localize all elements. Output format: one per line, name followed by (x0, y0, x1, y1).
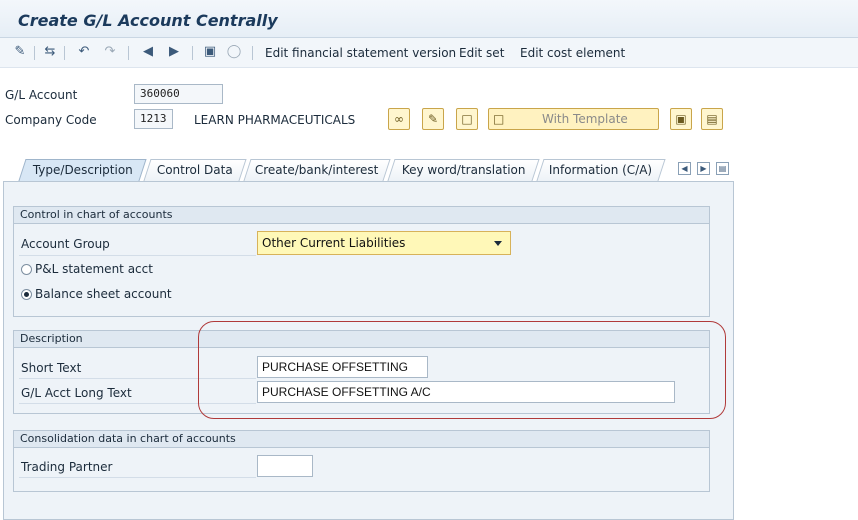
toolbar-separator (64, 46, 65, 60)
tab-key-word-translation[interactable]: Key word/translation (387, 159, 540, 181)
long-text-label: G/L Acct Long Text (21, 386, 132, 400)
trading-partner-input[interactable] (257, 455, 313, 477)
application-toolbar: ✎ ⇆ ↶ ↷ ◀ ▶ ▣ ◯ Edit financial statement… (0, 38, 858, 68)
with-template-button[interactable]: □ With Template (488, 108, 659, 130)
page-title: Create G/L Account Centrally (18, 11, 278, 30)
tab-scroll-right-icon[interactable]: ▶ (697, 162, 710, 175)
trading-partner-label: Trading Partner (21, 460, 113, 474)
control-group-title: Control in chart of accounts (14, 207, 709, 224)
change-icon[interactable]: ✎ (12, 44, 28, 60)
account-group-dropdown[interactable]: Other Current Liabilities (257, 231, 511, 255)
edit-cost-element-button[interactable]: Edit cost element (520, 46, 625, 60)
gl-account-field[interactable]: 360060 (134, 84, 223, 104)
delete-icon[interactable]: ◯ (226, 44, 242, 60)
display-glasses-button[interactable]: ∞ (388, 108, 410, 130)
gl-account-label: G/L Account (5, 88, 78, 102)
pencil-icon: ✎ (427, 112, 439, 126)
chevron-down-icon[interactable] (494, 241, 502, 246)
next-icon[interactable]: ▶ (166, 44, 182, 60)
short-text-label: Short Text (21, 361, 82, 375)
previous-icon[interactable]: ◀ (140, 44, 156, 60)
row-divider (19, 255, 256, 256)
tab-create-bank-interest[interactable]: Create/bank/interest (243, 159, 391, 181)
title-bar: Create G/L Account Centrally (0, 0, 858, 38)
toolbar-separator (252, 46, 253, 60)
pl-statement-label: P&L statement acct (35, 262, 153, 276)
toolbar-separator (128, 46, 129, 60)
trash-icon: ▤ (706, 112, 718, 126)
account-group-value: Other Current Liabilities (262, 236, 406, 250)
balance-sheet-radio[interactable] (21, 289, 32, 300)
switch-icon[interactable]: ⇆ (42, 44, 58, 60)
with-template-label: With Template (542, 112, 628, 126)
company-code-label: Company Code (5, 113, 97, 127)
document-icon: □ (493, 112, 505, 126)
account-group-label: Account Group (21, 237, 110, 251)
tab-scroll-left-icon[interactable]: ◀ (678, 162, 691, 175)
balance-sheet-label: Balance sheet account (35, 287, 172, 301)
save-icon[interactable]: ▣ (202, 44, 218, 60)
trash-button[interactable]: ▤ (701, 108, 723, 130)
toolbar-separator (34, 46, 35, 60)
tab-control-data[interactable]: Control Data (143, 159, 247, 181)
consolidation-group-title: Consolidation data in chart of accounts (14, 431, 709, 448)
tab-list-icon[interactable]: ▤ (716, 162, 729, 175)
pl-statement-radio[interactable] (21, 264, 32, 275)
redo-icon[interactable]: ↷ (102, 44, 118, 60)
highlight-annotation (198, 321, 726, 419)
row-divider (19, 477, 256, 478)
tab-strip: Type/Description Control Data Create/ban… (0, 156, 740, 182)
company-code-field[interactable]: 1213 (134, 109, 173, 129)
glasses-icon: ∞ (394, 112, 404, 126)
consolidation-group: Consolidation data in chart of accounts (13, 430, 710, 492)
document-icon: □ (461, 112, 473, 126)
undo-icon[interactable]: ↶ (76, 44, 92, 60)
tab-information-ca[interactable]: Information (C/A) (536, 159, 666, 181)
edit-pencil-button[interactable]: ✎ (422, 108, 444, 130)
edit-set-button[interactable]: Edit set (459, 46, 504, 60)
lock-icon: ▣ (675, 112, 687, 126)
tab-type-description[interactable]: Type/Description (18, 159, 147, 181)
lock-button[interactable]: ▣ (670, 108, 692, 130)
create-document-button[interactable]: □ (456, 108, 478, 130)
toolbar-separator (192, 46, 193, 60)
company-name: LEARN PHARMACEUTICALS (194, 113, 356, 127)
edit-fsv-button[interactable]: Edit financial statement version (265, 46, 456, 60)
